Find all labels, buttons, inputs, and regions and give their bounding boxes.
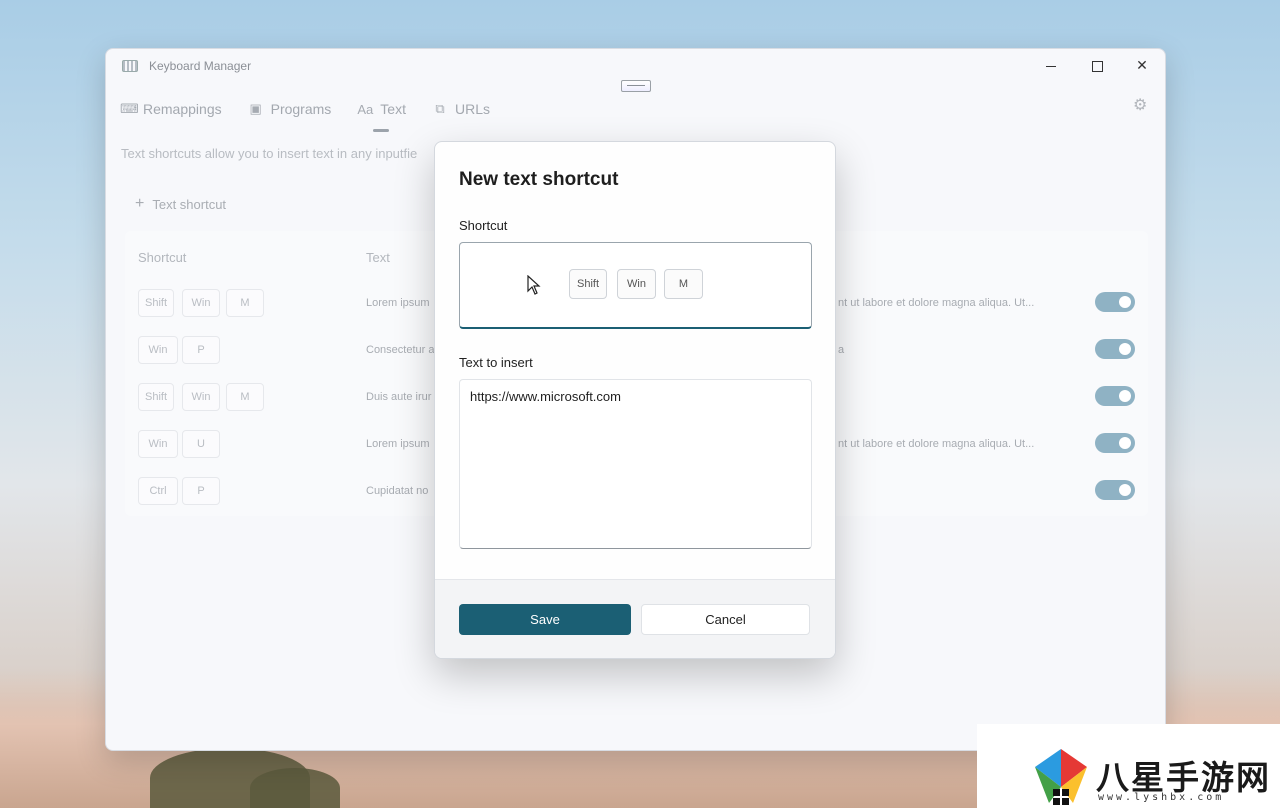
key-chip: Win [182,289,220,317]
save-button[interactable]: Save [459,604,631,635]
tab-label: Remappings [143,101,222,117]
watermark-logo [1035,749,1087,805]
enable-toggle[interactable] [1095,292,1135,312]
tab-label: Programs [270,101,332,117]
row-text-continued: nt ut labore et dolore magna aliqua. Ut.… [838,438,1035,450]
row-text-continued: a [838,344,845,356]
tab-programs[interactable]: ▣ Programs [248,94,332,124]
row-text: Cupidatat no [366,485,429,497]
key-chip: Shift [138,383,175,411]
column-header-text: Text [366,250,390,265]
drag-handle-icon[interactable] [621,80,651,92]
plus-icon: + [135,195,145,212]
page-description: Text shortcuts allow you to insert text … [121,146,418,161]
maximize-icon [1091,60,1103,72]
text-to-insert-field[interactable]: https://www.microsoft.com [459,379,812,549]
mouse-pointer-icon [527,275,541,295]
row-text: Lorem ipsum [366,438,430,450]
maximize-button[interactable] [1082,55,1112,75]
dialog-title: New text shortcut [459,169,619,190]
gear-icon[interactable]: ⚙ [1133,95,1147,115]
column-header-shortcut: Shortcut [138,250,187,265]
tab-label: Text [380,101,406,117]
watermark-url: www.lyshbx.com [1098,792,1225,803]
row-text: Lorem ipsum [366,297,430,309]
key-chip: Win [617,269,656,299]
key-chip: Win [138,336,178,364]
text-to-insert-label: Text to insert [459,355,533,370]
tab-label: URLs [454,101,490,117]
tab-text[interactable]: Aa Text [357,94,406,132]
key-chip: Shift [569,269,608,299]
keyboard-icon [122,60,138,72]
row-text: Duis aute irur [366,391,432,403]
tab-remappings[interactable]: ⌨ Remappings [120,94,222,124]
close-icon: ✕ [1136,57,1148,73]
enable-toggle[interactable] [1095,386,1135,406]
url-icon: ⧉ [435,101,445,116]
row-text: Consectetur a [366,344,435,356]
row-text-continued: nt ut labore et dolore magna aliqua. Ut.… [838,297,1035,309]
enable-toggle[interactable] [1095,339,1135,359]
remap-icon: ⌨ [120,101,139,116]
active-tab-indicator [373,129,390,132]
key-chip: Shift [138,289,175,317]
cancel-button[interactable]: Cancel [641,604,810,635]
key-chip: M [226,383,264,411]
background-tree [250,768,340,808]
tab-bar: ⌨ Remappings ▣ Programs Aa Text ⧉ URLs [120,94,490,132]
shortcut-input[interactable]: Shift Win M [459,242,812,329]
programs-icon: ▣ [249,101,262,116]
enable-toggle[interactable] [1095,433,1135,453]
title-bar[interactable]: Keyboard Manager ✕ [106,49,1165,81]
key-chip: Ctrl [138,477,178,505]
key-chip: U [182,430,220,458]
new-text-shortcut-dialog: New text shortcut Shortcut Shift Win M T… [434,141,836,659]
key-chip: Win [138,430,178,458]
minimize-button[interactable] [1036,55,1066,75]
add-text-shortcut-button[interactable]: + Text shortcut [125,191,236,217]
key-chip: M [226,289,264,317]
add-button-label: Text shortcut [152,196,227,212]
tab-urls[interactable]: ⧉ URLs [432,94,490,124]
key-chip: P [182,336,220,364]
key-chip: P [182,477,220,505]
key-chip: Win [182,383,220,411]
enable-toggle[interactable] [1095,480,1135,500]
close-button[interactable]: ✕ [1127,55,1157,75]
text-to-insert-value: https://www.microsoft.com [470,389,621,404]
shortcut-label: Shortcut [459,218,508,233]
minimize-icon [1046,65,1056,68]
dialog-footer: Save Cancel [435,579,835,658]
text-icon: Aa [357,101,374,117]
key-chip: M [664,269,703,299]
app-title: Keyboard Manager [149,59,252,73]
